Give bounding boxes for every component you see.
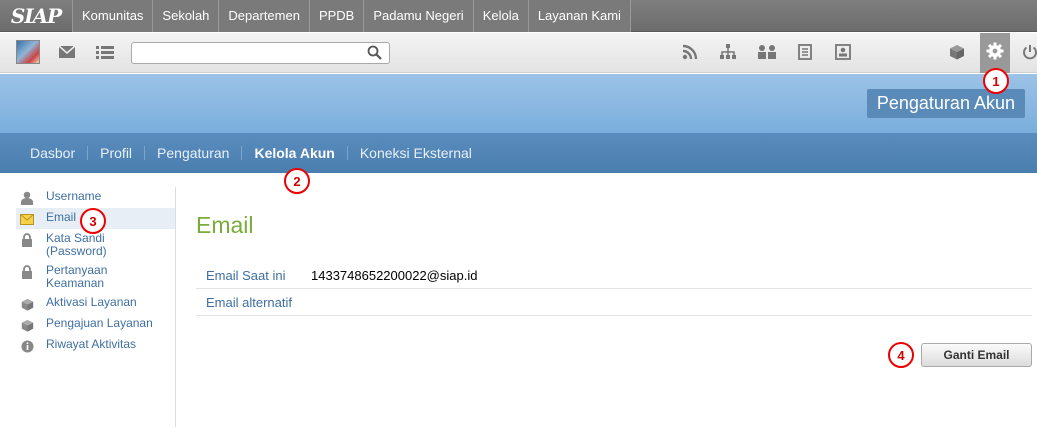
subnav-item-profil[interactable]: Profil: [87, 146, 144, 160]
document-icon[interactable]: [794, 41, 816, 63]
sidebar-item-label: Aktivasi Layanan: [46, 295, 137, 309]
section-title: Email: [196, 212, 254, 238]
annotation-marker-4: 4: [888, 342, 914, 368]
account-subnav: Dasbor Profil Pengaturan Kelola Akun Kon…: [0, 133, 1037, 173]
subnav-item-koneksi-eksternal[interactable]: Koneksi Eksternal: [346, 146, 484, 160]
top-navigation-bar: SIAP Komunitas Sekolah Departemen PPDB P…: [0, 0, 1037, 32]
power-icon[interactable]: [1019, 41, 1037, 63]
envelope-icon: [20, 212, 34, 226]
topnav-item-padamu-negeri[interactable]: Padamu Negeri: [363, 0, 472, 32]
sidebar-item-username[interactable]: Username: [16, 187, 175, 208]
table-row: Email alternatif: [196, 289, 1032, 316]
avatar[interactable]: [16, 40, 40, 64]
sidebar-item-label: Pengajuan Layanan: [46, 316, 153, 330]
sidebar-item-aktivasi-layanan[interactable]: Aktivasi Layanan: [16, 293, 175, 314]
sidebar-item-label: Email: [46, 210, 77, 224]
change-email-button[interactable]: Ganti Email: [921, 343, 1032, 367]
gear-icon: [986, 42, 1004, 65]
email-info-table: Email Saat ini 1433748652200022@siap.id …: [196, 262, 1032, 316]
sidebar-item-pengajuan-layanan[interactable]: Pengajuan Layanan: [16, 314, 175, 335]
contact-card-icon[interactable]: [832, 41, 854, 63]
current-email-label: Email Saat ini: [206, 267, 286, 283]
sidebar-item-label: Kata Sandi (Password): [46, 231, 107, 258]
siap-logo[interactable]: SIAP: [0, 0, 72, 32]
sidebar-item-label: Riwayat Aktivitas: [46, 337, 137, 351]
topnav-item-layanan-kami[interactable]: Layanan Kami: [527, 0, 630, 32]
top-nav-menu: Komunitas Sekolah Departemen PPDB Padamu…: [72, 0, 631, 32]
box-icon: [20, 297, 34, 311]
info-icon: [20, 339, 34, 353]
search-icon[interactable]: [367, 45, 383, 66]
topnav-item-komunitas[interactable]: Komunitas: [72, 0, 152, 32]
alternate-email-label: Email alternatif: [206, 294, 292, 310]
lock-icon: [20, 233, 34, 247]
hierarchy-icon[interactable]: [717, 41, 739, 63]
search-input[interactable]: [132, 43, 362, 63]
subnav-item-dasbor[interactable]: Dasbor: [18, 146, 87, 160]
search-box: [131, 42, 390, 64]
mail-icon[interactable]: [56, 41, 78, 63]
settings-button[interactable]: [980, 33, 1010, 73]
sidebar-item-kata-sandi[interactable]: Kata Sandi (Password): [16, 229, 175, 261]
annotation-marker-1: 1: [983, 68, 1009, 94]
subnav-item-pengaturan[interactable]: Pengaturan: [144, 146, 241, 160]
sidebar-item-riwayat-aktivitas[interactable]: Riwayat Aktivitas: [16, 335, 175, 356]
topnav-item-ppdb[interactable]: PPDB: [308, 0, 363, 32]
page-title: Pengaturan Akun: [866, 89, 1025, 118]
rss-icon[interactable]: [679, 41, 701, 63]
table-row: Email Saat ini 1433748652200022@siap.id: [196, 262, 1032, 289]
current-email-value: 1433748652200022@siap.id: [311, 267, 478, 283]
sidebar-item-pertanyaan-keamanan[interactable]: Pertanyaan Keamanan: [16, 261, 175, 293]
box-icon: [20, 318, 34, 332]
group-icon[interactable]: [756, 41, 778, 63]
page-header: Pengaturan Akun: [0, 74, 1037, 133]
topnav-item-departemen[interactable]: Departemen: [218, 0, 309, 32]
toolbar: [0, 33, 1037, 73]
user-icon: [20, 191, 34, 205]
topnav-item-sekolah[interactable]: Sekolah: [152, 0, 218, 32]
subnav-item-kelola-akun[interactable]: Kelola Akun: [241, 146, 346, 160]
annotation-marker-2: 2: [284, 168, 310, 194]
list-icon[interactable]: [94, 41, 116, 63]
cube-icon[interactable]: [946, 41, 968, 63]
sidebar-item-label: Username: [46, 189, 102, 203]
topnav-item-kelola[interactable]: Kelola: [472, 0, 528, 32]
annotation-marker-3: 3: [80, 208, 106, 234]
lock-icon: [20, 265, 34, 279]
sidebar-item-label: Pertanyaan Keamanan: [46, 263, 108, 290]
